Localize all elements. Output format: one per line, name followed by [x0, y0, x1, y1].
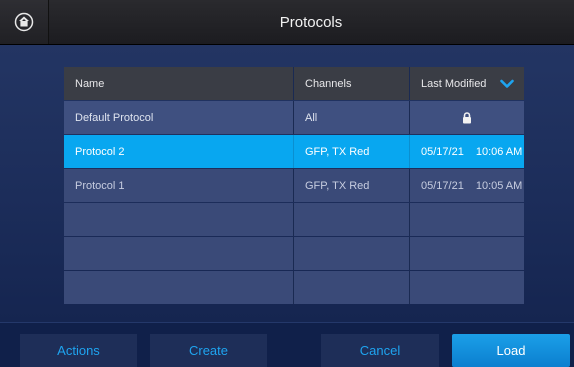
empty-table-row	[64, 203, 524, 236]
page-title: Protocols	[279, 13, 343, 31]
protocol-channels: GFP, TX Red	[294, 135, 410, 168]
column-header-name[interactable]: Name	[64, 67, 294, 100]
empty-table-row	[64, 237, 524, 270]
protocol-channels: GFP, TX Red	[294, 169, 410, 202]
modified-time: 10:05 AM	[475, 179, 523, 192]
protocol-channels: All	[294, 101, 410, 134]
table-row[interactable]: Protocol 1 GFP, TX Red 05/17/21 10:05 AM	[64, 169, 524, 202]
empty-table-row	[64, 271, 524, 304]
chevron-down-icon[interactable]	[500, 79, 514, 89]
actions-button[interactable]: Actions	[20, 334, 137, 367]
load-button[interactable]: Load	[452, 334, 570, 367]
table-header: Name Channels Last Modified	[64, 67, 524, 100]
protocol-name: Protocol 2	[64, 135, 294, 168]
column-header-channels[interactable]: Channels	[294, 67, 410, 100]
home-icon	[14, 12, 34, 32]
home-button[interactable]	[0, 0, 49, 44]
modified-date: 05/17/21	[421, 179, 464, 192]
create-button[interactable]: Create	[150, 334, 267, 367]
table-row-selected[interactable]: Protocol 2 GFP, TX Red 05/17/21 10:06 AM	[64, 135, 524, 168]
protocol-name: Default Protocol	[64, 101, 294, 134]
cancel-button[interactable]: Cancel	[321, 334, 439, 367]
column-header-last-modified-label: Last Modified	[421, 77, 487, 90]
modified-time: 10:06 AM	[475, 145, 523, 158]
protocol-last-modified: 05/17/21 10:06 AM	[410, 135, 524, 168]
title-bar: Protocols	[0, 0, 574, 45]
action-bar: Actions Create Cancel Load	[0, 322, 574, 367]
protocol-last-modified	[410, 101, 524, 134]
lock-icon	[463, 111, 471, 123]
protocol-name: Protocol 1	[64, 169, 294, 202]
protocol-last-modified: 05/17/21 10:05 AM	[410, 169, 524, 202]
table-row[interactable]: Default Protocol All	[64, 101, 524, 134]
column-header-last-modified[interactable]: Last Modified	[410, 67, 524, 100]
protocol-list-panel: Name Channels Last Modified Default Prot…	[0, 45, 574, 322]
protocols-table: Name Channels Last Modified Default Prot…	[64, 67, 524, 305]
modified-date: 05/17/21	[421, 145, 464, 158]
